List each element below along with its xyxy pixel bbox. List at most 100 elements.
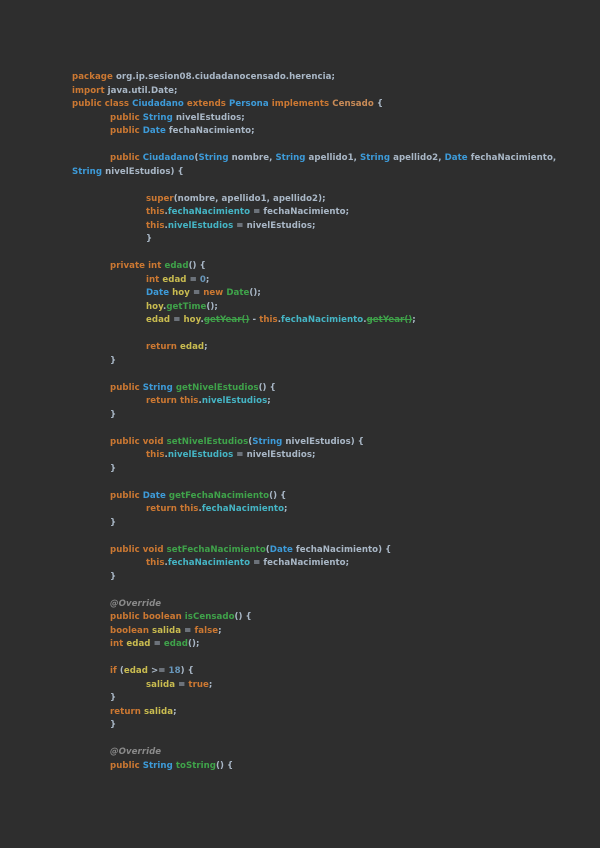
code-token-k: return — [146, 342, 180, 352]
code-editor-text-area[interactable]: package org.ip.sesion08.ciudadanocensado… — [72, 71, 596, 848]
code-token-v: salida — [146, 680, 178, 690]
code-line: public class Ciudadano extends Persona i… — [72, 98, 596, 112]
code-token-p: = nivelEstudios; — [236, 221, 315, 231]
code-line: @Override — [72, 746, 596, 760]
code-token-p: (); — [188, 639, 199, 649]
code-line: } — [72, 719, 596, 733]
code-token-p: (); — [206, 302, 217, 312]
code-line: public void setFechaNacimiento(Date fech… — [72, 544, 596, 558]
code-line: public Date fechaNacimiento; — [72, 125, 596, 139]
code-token-k: this — [259, 315, 278, 325]
code-token-v: hoy — [172, 288, 193, 298]
code-token-k: public void — [110, 437, 167, 447]
code-token-m: getNivelEstudios — [176, 383, 259, 393]
code-token-p: fechaNacimiento) { — [296, 545, 391, 555]
code-token-p: ; — [267, 396, 271, 406]
code-token-d: getYear() — [367, 315, 413, 325]
code-token-k: public — [110, 126, 143, 136]
code-token-p: ; — [206, 275, 210, 285]
code-token-k: false — [194, 626, 218, 636]
code-line: } — [72, 463, 596, 477]
code-line-blank — [72, 476, 596, 490]
code-token-p: () { — [259, 383, 276, 393]
code-token-p: ; — [204, 342, 208, 352]
code-token-t: String — [252, 437, 285, 447]
code-token-k: if — [110, 666, 120, 676]
code-line: package org.ip.sesion08.ciudadanocensado… — [72, 71, 596, 85]
code-token-k: public — [110, 113, 143, 123]
code-line-blank — [72, 584, 596, 598]
code-token-t: Persona — [229, 99, 272, 109]
code-token-p: nivelEstudios) { — [105, 167, 184, 177]
code-token-t: Date — [445, 153, 471, 163]
code-token-p: (nombre, apellido1, apellido2); — [174, 194, 326, 204]
code-token-t: Date — [143, 491, 169, 501]
code-line: import java.util.Date; — [72, 85, 596, 99]
code-line: boolean salida = false; — [72, 625, 596, 639]
code-token-k: public boolean — [110, 612, 185, 622]
code-token-k: public void — [110, 545, 167, 555]
code-token-p: } — [146, 234, 152, 244]
code-token-k: return — [110, 707, 144, 717]
code-token-k: implements — [272, 99, 333, 109]
code-token-p: nivelEstudios; — [176, 113, 245, 123]
code-line: @Override — [72, 598, 596, 612]
code-token-p: ; — [284, 504, 288, 514]
code-token-v: edad — [180, 342, 204, 352]
code-token-m: edad — [164, 261, 188, 271]
code-line: hoy.getTime(); — [72, 301, 596, 315]
code-token-k: public class — [72, 99, 132, 109]
code-line: this.fechaNacimiento = fechaNacimiento; — [72, 557, 596, 571]
code-line: this.nivelEstudios = nivelEstudios; — [72, 449, 596, 463]
code-token-p: = — [154, 639, 164, 649]
code-token-v: edad — [146, 315, 173, 325]
code-token-v: salida — [152, 626, 184, 636]
code-token-k: true — [188, 680, 209, 690]
code-token-m: Date — [226, 288, 249, 298]
code-token-p: ; — [209, 680, 213, 690]
code-line: super(nombre, apellido1, apellido2); — [72, 193, 596, 207]
code-token-k: this — [146, 221, 165, 231]
code-token-k: new — [203, 288, 226, 298]
code-token-v: salida — [144, 707, 173, 717]
code-token-t: Ciudadano — [143, 153, 195, 163]
code-token-k: return this — [146, 396, 198, 406]
code-line: return salida; — [72, 706, 596, 720]
code-line: } — [72, 692, 596, 706]
code-token-p: org.ip.sesion08.ciudadanocensado.herenci… — [116, 72, 335, 82]
code-token-k: public — [110, 153, 143, 163]
code-token-p: } — [110, 720, 116, 730]
code-token-f: nivelEstudios — [202, 396, 267, 406]
code-line: public String getNivelEstudios() { — [72, 382, 596, 396]
code-token-v: edad — [126, 639, 153, 649]
code-token-v: hoy — [183, 315, 200, 325]
code-line-blank — [72, 652, 596, 666]
code-token-f: fechaNacimiento — [168, 558, 253, 568]
code-token-p: fechaNacimiento, — [471, 153, 557, 163]
code-token-m: getFechaNacimiento — [169, 491, 269, 501]
code-line: if (edad >= 18) { — [72, 665, 596, 679]
code-token-k: public — [110, 383, 143, 393]
code-token-p: () { — [235, 612, 252, 622]
code-line: Date hoy = new Date(); — [72, 287, 596, 301]
code-token-p: () { — [189, 261, 206, 271]
code-token-v: edad — [124, 666, 151, 676]
code-token-t: Date — [143, 126, 169, 136]
code-token-p: ; — [218, 626, 222, 636]
code-line: } — [72, 517, 596, 531]
code-token-k: this — [146, 558, 165, 568]
code-token-p: nombre, — [232, 153, 276, 163]
code-token-p: apellido1, — [309, 153, 360, 163]
code-token-p: () { — [269, 491, 286, 501]
code-token-m: setFechaNacimiento — [167, 545, 266, 555]
screenshot-root: { "document": { "kind": "java-source-lis… — [0, 0, 600, 848]
code-line: } — [72, 571, 596, 585]
code-token-f: fechaNacimiento — [168, 207, 253, 217]
code-line: this.nivelEstudios = nivelEstudios; — [72, 220, 596, 234]
code-token-k: this — [146, 207, 165, 217]
code-token-p: nivelEstudios) { — [285, 437, 364, 447]
code-line: } — [72, 355, 596, 369]
code-line: } — [72, 233, 596, 247]
code-token-v: edad — [162, 275, 189, 285]
code-token-t: String — [275, 153, 308, 163]
